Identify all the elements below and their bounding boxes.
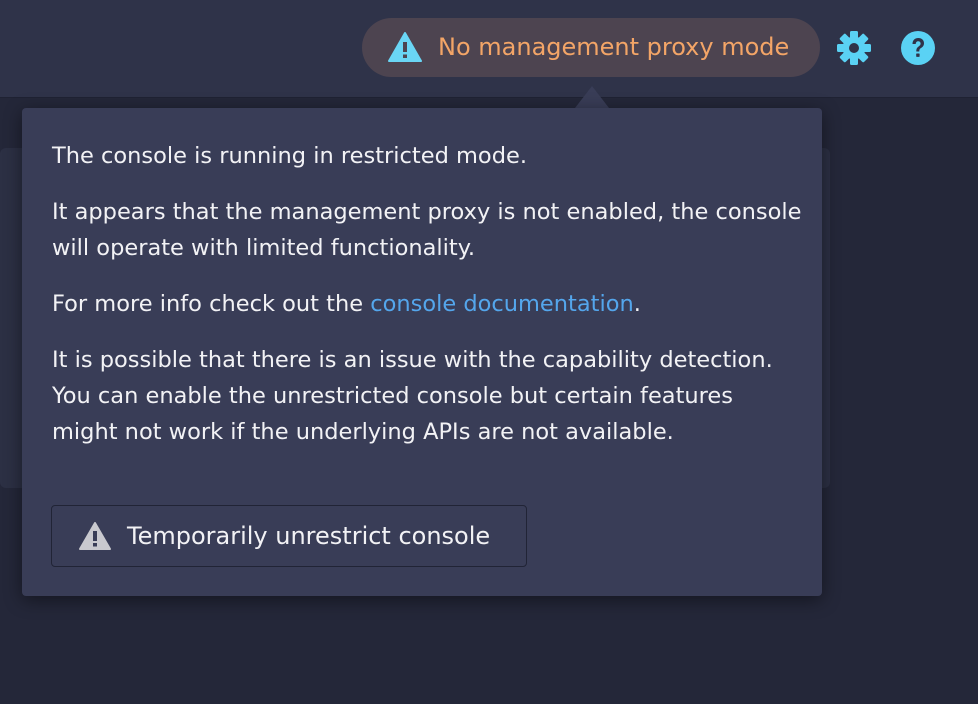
proxy-not-enabled-text: It appears that the management proxy is …: [52, 199, 802, 261]
more-info-prefix: For more info check out the: [52, 291, 371, 317]
gear-icon[interactable]: [836, 30, 872, 66]
console-documentation-link[interactable]: console documentation: [370, 291, 634, 317]
help-icon[interactable]: [900, 30, 936, 66]
warning-triangle-icon: [388, 32, 422, 62]
capability-detection-text: It is possible that there is an issue wi…: [52, 347, 773, 445]
unrestrict-button-label: Temporarily unrestrict console: [127, 522, 491, 550]
mode-badge-label: No management proxy mode: [438, 33, 790, 61]
warning-triangle-icon: [79, 522, 111, 550]
popover-arrow: [575, 86, 609, 108]
more-info-text: For more info check out the console docu…: [52, 286, 802, 322]
more-info-suffix: .: [633, 291, 641, 317]
top-bar: No management proxy mode: [0, 0, 978, 98]
restricted-mode-text: The console is running in restricted mod…: [52, 143, 527, 169]
restricted-mode-popover: The console is running in restricted mod…: [22, 108, 822, 596]
temporarily-unrestrict-console-button[interactable]: Temporarily unrestrict console: [51, 505, 527, 567]
no-management-proxy-mode-badge[interactable]: No management proxy mode: [362, 18, 820, 77]
